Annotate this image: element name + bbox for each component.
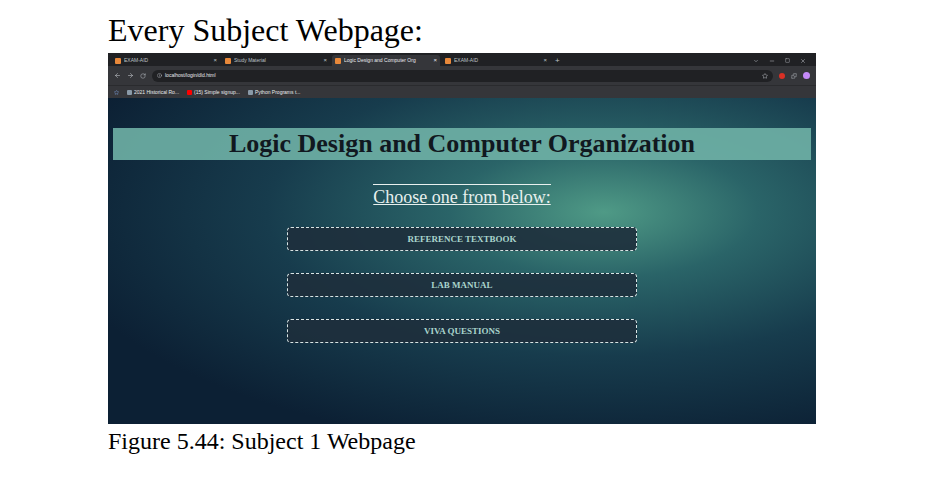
- figure-caption: Figure 5.44: Subject 1 Webpage: [0, 424, 925, 456]
- tab-label: Logic Design and Computer Org: [344, 57, 430, 64]
- favicon-icon: [115, 58, 121, 64]
- subject-option-button[interactable]: VIVA QUESTIONS: [287, 319, 637, 343]
- tab-label: Study Material: [234, 57, 320, 64]
- section-heading: Every Subject Webpage:: [0, 0, 925, 53]
- maximize-icon[interactable]: [785, 58, 790, 63]
- tab-bar: EXAM-AID×Study Material×Logic Design and…: [108, 53, 816, 66]
- tab-close[interactable]: ×: [433, 57, 437, 64]
- bookmark-favicon-icon: [127, 90, 132, 95]
- bookmark-star-icon[interactable]: [762, 73, 768, 79]
- browser-tab[interactable]: EXAM-AID×: [442, 55, 550, 66]
- extensions-icon[interactable]: [791, 73, 797, 79]
- reload-icon[interactable]: [140, 73, 146, 79]
- bookmark-item[interactable]: 2021 Historical Ro...: [127, 89, 179, 96]
- bookmark-favicon-icon: [248, 90, 253, 95]
- address-bar[interactable]: localhost/login/dld.html: [152, 70, 773, 82]
- extension-icon[interactable]: [779, 73, 785, 79]
- bookmark-favicon-icon: [187, 90, 192, 95]
- tab-close[interactable]: ×: [543, 57, 547, 64]
- new-tab-button[interactable]: +: [552, 55, 563, 66]
- screenshot: EXAM-AID×Study Material×Logic Design and…: [108, 53, 816, 424]
- tab-close[interactable]: ×: [323, 57, 327, 64]
- subject-option-button[interactable]: LAB MANUAL: [287, 273, 637, 297]
- favicon-icon: [335, 58, 341, 64]
- address-text: localhost/login/dld.html: [165, 72, 216, 79]
- choose-prompt: Choose one from below:: [373, 184, 550, 207]
- forward-icon[interactable]: [127, 72, 134, 79]
- web-page: Logic Design and Computer Organization Ch…: [108, 98, 816, 424]
- page-title-band: Logic Design and Computer Organization: [113, 128, 811, 160]
- tab-label: EXAM-AID: [454, 57, 540, 64]
- bookmark-item[interactable]: Python Programs t...: [248, 89, 301, 96]
- browser-tab[interactable]: Study Material×: [222, 55, 330, 66]
- browser-tab[interactable]: EXAM-AID×: [112, 55, 220, 66]
- profile-icon[interactable]: [803, 72, 810, 79]
- document-page: Every Subject Webpage:EXAM-AID×Study Mat…: [0, 0, 925, 502]
- site-info-icon[interactable]: [157, 73, 162, 78]
- tab-close[interactable]: ×: [213, 57, 217, 64]
- favicon-icon: [225, 58, 231, 64]
- bookmarks-star-icon: [114, 90, 119, 95]
- bookmark-item[interactable]: (15) Simple signup...: [187, 89, 240, 96]
- favicon-icon: [445, 58, 451, 64]
- close-icon[interactable]: [800, 58, 806, 64]
- browser-tab[interactable]: Logic Design and Computer Org×: [332, 55, 440, 66]
- bookmarks-bar: 2021 Historical Ro... (15) Simple signup.…: [108, 85, 816, 98]
- back-icon[interactable]: [114, 72, 121, 79]
- subject-option-button[interactable]: REFERENCE TEXTBOOK: [287, 227, 637, 251]
- tab-label: EXAM-AID: [124, 57, 210, 64]
- minimize-icon[interactable]: [769, 58, 775, 64]
- address-row: localhost/login/dld.html: [108, 66, 816, 85]
- tab-search-icon[interactable]: [753, 58, 759, 64]
